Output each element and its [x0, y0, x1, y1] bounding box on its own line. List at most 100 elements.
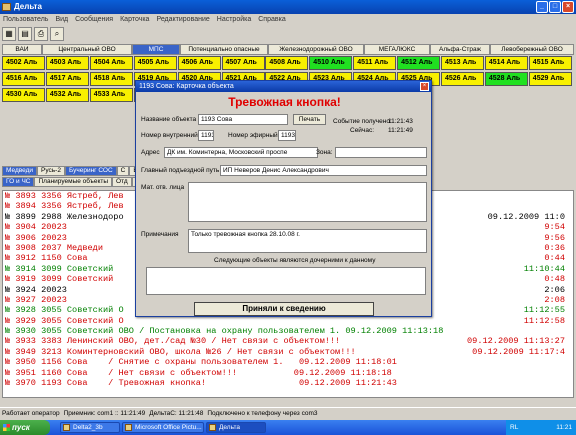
- menu-item[interactable]: Сообщения: [75, 14, 113, 26]
- tab-group[interactable]: Отд: [112, 177, 132, 187]
- object-tile[interactable]: 4503 Аль: [45, 56, 89, 70]
- start-button[interactable]: пуск: [0, 420, 50, 435]
- object-tile[interactable]: 4514 Аль: [484, 56, 528, 70]
- object-tile[interactable]: 4502 Аль: [2, 56, 45, 70]
- object-tile[interactable]: 4532 Аль: [45, 88, 89, 102]
- log-row[interactable]: № 3949 3213 Коминтерновский ОВО, школа №…: [3, 347, 573, 357]
- responsible-field[interactable]: [188, 182, 427, 222]
- log-row[interactable]: № 3929 3055 Советский О 11:12:58: [3, 316, 573, 326]
- tab-group[interactable]: Планируемые объекты: [34, 177, 113, 187]
- air-number-field[interactable]: 1193: [278, 130, 296, 141]
- log-row[interactable]: № 3951 1160 Сова / Нет связи с объектом!…: [3, 368, 573, 378]
- taskbar-item-label: Delta2_3b: [73, 424, 103, 431]
- log-row[interactable]: № 3970 1193 Сова / Тревожная кнопка! 09.…: [3, 378, 573, 388]
- log-row[interactable]: № 3933 3383 Ленинский ОВО, дет./сад №30 …: [3, 336, 573, 346]
- acknowledge-button[interactable]: Приняли к сведению: [194, 302, 374, 316]
- tab-group[interactable]: С: [116, 166, 130, 176]
- table-icon[interactable]: ▦: [2, 27, 16, 41]
- object-tile[interactable]: 4508 Аль: [265, 56, 309, 70]
- grid-icon[interactable]: ▤: [18, 27, 32, 41]
- minimize-button[interactable]: _: [536, 1, 548, 13]
- tab-group[interactable]: Левобережный ОВО: [490, 44, 574, 55]
- note-field[interactable]: Только тревожная кнопка 28.10.08 г.: [188, 229, 427, 253]
- object-tile[interactable]: 4526 Аль: [441, 72, 484, 86]
- menu-item[interactable]: Справка: [258, 14, 285, 26]
- object-tile[interactable]: 4504 Аль: [89, 56, 133, 70]
- internal-number-field[interactable]: 1193: [198, 130, 214, 141]
- object-tile[interactable]: 4512 Аль: [397, 56, 441, 70]
- log-row[interactable]: № 3930 3055 Советский ОВО / Постановка н…: [3, 326, 573, 336]
- object-tile[interactable]: 4515 Аль: [528, 56, 572, 70]
- log-row-text: № 3919 3099 Советский: [5, 274, 114, 285]
- menu-item[interactable]: Настройка: [217, 14, 251, 26]
- object-tile[interactable]: 4513 Аль: [441, 56, 484, 70]
- address-field[interactable]: ДК им. Коминтерна, Московский проспе: [164, 147, 318, 158]
- menu-item[interactable]: Пользователь: [3, 14, 48, 26]
- app-icon: [63, 424, 70, 431]
- log-row-text: № 3906 20023: [5, 232, 67, 243]
- object-tile[interactable]: 4511 Аль: [353, 56, 397, 70]
- children-list[interactable]: [146, 267, 426, 295]
- status-bar: Работает оператор Приемник: com1 :: 11:21…: [0, 407, 576, 418]
- log-row-text: № 3904 20023: [5, 222, 67, 233]
- tab-group[interactable]: ГО и ЧС: [2, 177, 35, 187]
- address-label: Адрес: [141, 149, 160, 156]
- object-tile[interactable]: 4507 Аль: [221, 56, 265, 70]
- dialog-close-icon[interactable]: ×: [420, 82, 429, 91]
- print-button[interactable]: Печать: [293, 114, 326, 125]
- taskbar-item[interactable]: Microsoft Office Pictu...: [122, 422, 204, 433]
- log-row-text: № 3929 3055 Советский О: [5, 315, 124, 326]
- event-time: 11:21:43: [388, 118, 413, 125]
- object-tile[interactable]: 4517 Аль: [45, 72, 89, 86]
- tab-group[interactable]: МПС: [132, 44, 180, 55]
- zone-field[interactable]: [335, 147, 427, 158]
- tab-group[interactable]: Альфа-Страж: [430, 44, 490, 55]
- window-titlebar[interactable]: Дельта _ □ ×: [0, 0, 576, 14]
- object-tile[interactable]: 4533 Аль: [89, 88, 133, 102]
- menu-item[interactable]: Редактирование: [156, 14, 209, 26]
- system-tray: RL 11:21: [506, 420, 576, 435]
- object-tile[interactable]: 4528 Аль: [484, 72, 528, 86]
- taskbar-item[interactable]: Дельта: [206, 422, 266, 433]
- dialog-titlebar[interactable]: 1193 Сова: Карточка объекта ×: [136, 81, 431, 92]
- menu-item[interactable]: Карточка: [120, 14, 149, 26]
- language-indicator[interactable]: RL: [510, 424, 518, 431]
- object-card-dialog: 1193 Сова: Карточка объекта × Тревожная …: [135, 80, 432, 317]
- object-tile[interactable]: 4505 Аль: [133, 56, 177, 70]
- log-row-time: 11:12:58: [523, 315, 565, 326]
- object-tile[interactable]: 4518 Аль: [89, 72, 133, 86]
- windows-logo-icon: [3, 424, 10, 431]
- object-tile[interactable]: 4510 Аль: [309, 56, 353, 70]
- tab-group[interactable]: Медведи: [2, 166, 38, 176]
- log-row-time: 9:56: [544, 232, 565, 243]
- print-icon[interactable]: ⎙: [34, 27, 48, 41]
- log-row[interactable]: № 3950 1156 Сова / Снятие с охраны польз…: [3, 357, 573, 367]
- tab-group[interactable]: Центральный ОВО: [42, 44, 132, 55]
- tab-group[interactable]: Русь-2: [37, 166, 65, 176]
- main-window: Дельта _ □ × Пользователь Вид Сообщения Кар…: [0, 0, 576, 435]
- tab-group[interactable]: ВАИ: [2, 44, 42, 55]
- tab-group[interactable]: Бучеринг СОС: [64, 166, 117, 176]
- tab-group[interactable]: Потенциально опасные: [180, 44, 268, 55]
- log-row-time: 2:08: [544, 294, 565, 305]
- object-tile[interactable]: 4529 Аль: [528, 72, 572, 86]
- tab-group[interactable]: Железнодорожный ОВО: [268, 44, 364, 55]
- object-tile[interactable]: 4530 Аль: [2, 88, 45, 102]
- alarm-heading: Тревожная кнопка!: [228, 95, 341, 109]
- log-row-text: № 3930 3055 Советский ОВО / Постановка н…: [5, 326, 444, 337]
- main-entrance-field[interactable]: ИП Неверов Денис Александрович: [220, 165, 427, 176]
- responsible-label: Мат. отв. лица: [141, 184, 185, 191]
- tab-group[interactable]: МЕГАЛЮКС: [364, 44, 430, 55]
- maximize-button[interactable]: □: [549, 1, 561, 13]
- close-button[interactable]: ×: [562, 1, 574, 13]
- object-tile[interactable]: 4516 Аль: [2, 72, 45, 86]
- search-icon[interactable]: ⌕: [50, 27, 64, 41]
- menu-item[interactable]: Вид: [55, 14, 68, 26]
- log-row-text: № 3928 3055 Советский О: [5, 305, 124, 316]
- event-label: Событие получено:: [333, 118, 392, 125]
- app-icon: [209, 424, 216, 431]
- toolbar: ▦ ▤ ⎙ ⌕: [0, 26, 576, 42]
- object-tile[interactable]: 4506 Аль: [177, 56, 221, 70]
- taskbar-item[interactable]: Delta2_3b: [60, 422, 120, 433]
- name-field[interactable]: 1193 Сова: [198, 114, 288, 125]
